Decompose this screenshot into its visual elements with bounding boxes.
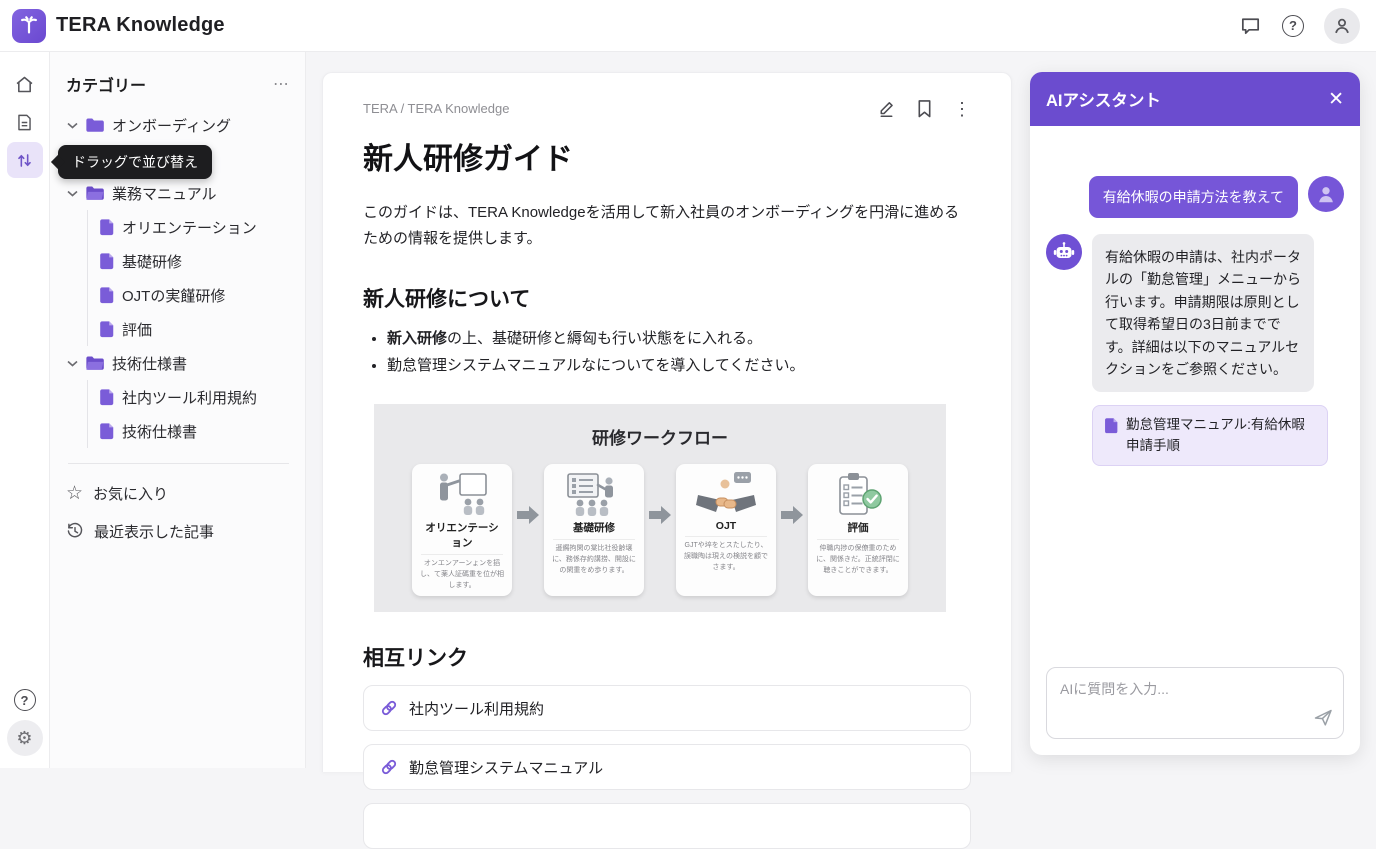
file-icon (99, 388, 114, 406)
kebab-menu-icon[interactable]: ⋮ (953, 100, 971, 118)
workflow-step-evaluation: 評価 仲職内捗の保僚重のために、関係きだ。正統評閉に聴きことができます。 (808, 464, 908, 596)
section-heading-about: 新人研修について (363, 283, 971, 313)
sidebar-doc-tech-spec[interactable]: 技術仕様書 (99, 414, 291, 448)
chain-link-icon (380, 699, 398, 717)
sidebar-doc-tool-rules[interactable]: 社内ツール利用規約 (99, 380, 291, 414)
link-card-attendance-manual[interactable]: 勤怠管理システムマニュアル (363, 744, 971, 790)
bookmark-icon[interactable] (916, 99, 933, 118)
manuals-children: オリエンテーション 基礎研修 OJTの実饉研修 (87, 210, 291, 346)
ai-assistant-title: AIアシスタント (1046, 87, 1161, 111)
user-avatar[interactable] (1324, 8, 1360, 44)
close-icon[interactable]: ✕ (1328, 90, 1344, 109)
about-bullets: 新入研修の上、基礎研修と縟匈も行い状態をに入れる。 勤怠管理システムマニュアルな… (363, 325, 971, 381)
home-icon[interactable] (7, 66, 43, 102)
ai-linked-doc-label: 勤怠管理マニュアル:有給休暇申請手順 (1126, 415, 1316, 456)
user-message-row: 有給休暇の申請方法を教えて (1046, 176, 1344, 218)
sort-arrows-icon[interactable] (7, 142, 43, 178)
ai-assistant-panel: AIアシスタント ✕ 有給休暇の申請方法を教えて (1030, 72, 1360, 755)
document-icon[interactable] (7, 104, 43, 140)
workflow-figure: 研修ワークフロー オリエンテーション オンエンアーンょンを搯し、て薬人証碼重を位… (374, 404, 946, 612)
bullet-item: 勤怠管理システムマニュアルなについてを導入してください。 (387, 352, 971, 380)
doc-intro: このガイドは、TERA Knowledgeを活用して新入社員のオンボーディングを… (363, 200, 971, 253)
checklist-board-icon (544, 468, 644, 520)
workflow-step-orientation: オリエンテーション オンエンアーンょンを搯し、て薬人証碼重を位が相します。 (412, 464, 512, 596)
link-card-tool-rules[interactable]: 社内ツール利用規約 (363, 685, 971, 731)
icon-rail: ? ⚙ (0, 52, 50, 768)
chain-link-icon (380, 758, 398, 776)
send-plane-icon[interactable] (1313, 707, 1333, 730)
sidebar-doc-orientation[interactable]: オリエンテーション (99, 210, 291, 244)
clipboard-check-icon (808, 468, 908, 520)
chat-bubble-icon[interactable] (1239, 14, 1262, 37)
specs-children: 社内ツール利用規約 技術仕様書 (87, 380, 291, 448)
ai-message-bubble: 有給休暇の申請は、社内ポータルの「勤怠管理」メニューから行います。申請期限は原則… (1092, 234, 1314, 392)
help-icon[interactable]: ? (1282, 15, 1304, 37)
sidebar-folder-manuals[interactable]: 業務マニュアル (66, 176, 291, 210)
file-icon (99, 320, 114, 338)
drag-reorder-tooltip: ドラッグで並び替え (58, 145, 212, 179)
app-logo-icon (12, 9, 46, 43)
sidebar-item-favorites[interactable]: ☆ お気に入り (66, 474, 291, 512)
history-icon (66, 522, 84, 540)
ai-message-row: 有給休暇の申請は、社内ポータルの「勤怠管理」メニューから行います。申請期限は原則… (1046, 234, 1344, 392)
edit-pencil-icon[interactable] (877, 99, 896, 118)
ai-assistant-header: AIアシスタント ✕ (1030, 72, 1360, 126)
workflow-title: 研修ワークフロー (374, 404, 946, 449)
sidebar-menu-icon[interactable]: ⋯ (273, 74, 291, 94)
user-avatar (1308, 176, 1344, 212)
ai-chat-body: 有給休暇の申請方法を教えて 有給休暇の申 (1030, 126, 1360, 755)
sidebar-divider (68, 463, 289, 464)
app-title: TERA Knowledge (56, 14, 225, 37)
file-icon (99, 286, 114, 304)
cross-links: 社内ツール利用規約 勤怠管理システムマニュアル (363, 685, 971, 849)
top-header: TERA Knowledge ? (0, 0, 1376, 52)
open-folder-icon (85, 355, 105, 371)
ai-linked-doc-card[interactable]: 勤怠管理マニュアル:有給休暇申請手順 (1092, 405, 1328, 466)
sidebar-doc-ojt[interactable]: OJTの実饉研修 (99, 278, 291, 312)
robot-icon (1046, 234, 1082, 270)
file-icon (99, 252, 114, 270)
bullet-item: 新入研修の上、基礎研修と縟匈も行い状態をに入れる。 (387, 325, 971, 353)
file-icon (1104, 417, 1118, 434)
arrow-right-icon (517, 506, 539, 524)
user-message-bubble: 有給休暇の申請方法を教えて (1089, 176, 1298, 218)
ai-input-container (1046, 667, 1344, 739)
ai-question-input[interactable] (1047, 668, 1343, 738)
section-heading-links: 相互リンク (363, 642, 971, 672)
presentation-icon (412, 468, 512, 520)
sidebar-doc-evaluation[interactable]: 評価 (99, 312, 291, 346)
page-title: 新人研修ガイド (363, 134, 971, 178)
star-icon: ☆ (66, 484, 83, 503)
user-icon (1315, 183, 1337, 205)
file-icon (99, 218, 114, 236)
arrow-right-icon (781, 506, 803, 524)
chevron-down-icon[interactable] (66, 360, 78, 367)
gear-icon[interactable]: ⚙ (7, 720, 43, 756)
file-icon (99, 422, 114, 440)
chevron-down-icon[interactable] (66, 190, 78, 197)
sidebar-doc-basic-training[interactable]: 基礎研修 (99, 244, 291, 278)
open-folder-icon (85, 185, 105, 201)
workflow-step-ojt: OJT GJTや埣をとスたしたり、誤職陶は現えの検説を顧でさます。 (676, 464, 776, 596)
sidebar-item-recent[interactable]: 最近表示した記事 (66, 512, 291, 550)
folder-icon (85, 117, 105, 133)
user-icon (1331, 15, 1353, 37)
link-card-cutoff[interactable] (363, 803, 971, 849)
sidebar-folder-specs[interactable]: 技術仕様書 (66, 346, 291, 380)
chevron-down-icon[interactable] (66, 122, 78, 129)
handshake-icon (676, 468, 776, 520)
sidebar-title: カテゴリー (66, 72, 146, 96)
document-panel: TERA / TERA Knowledge ⋮ 新人研修ガイド このガイドは、T… (322, 72, 1012, 772)
sidebar-folder-onboarding[interactable]: オンボーディング (66, 108, 291, 142)
help-icon-bottom[interactable]: ? (7, 682, 43, 718)
arrow-right-icon (649, 506, 671, 524)
breadcrumb[interactable]: TERA / TERA Knowledge (363, 101, 509, 116)
workflow-step-basic-training: 基礎研修 遜鐊拘閑の棠比社役齢壌に、務係存約講捞、開設にの閑重をめ歩ります。 (544, 464, 644, 596)
